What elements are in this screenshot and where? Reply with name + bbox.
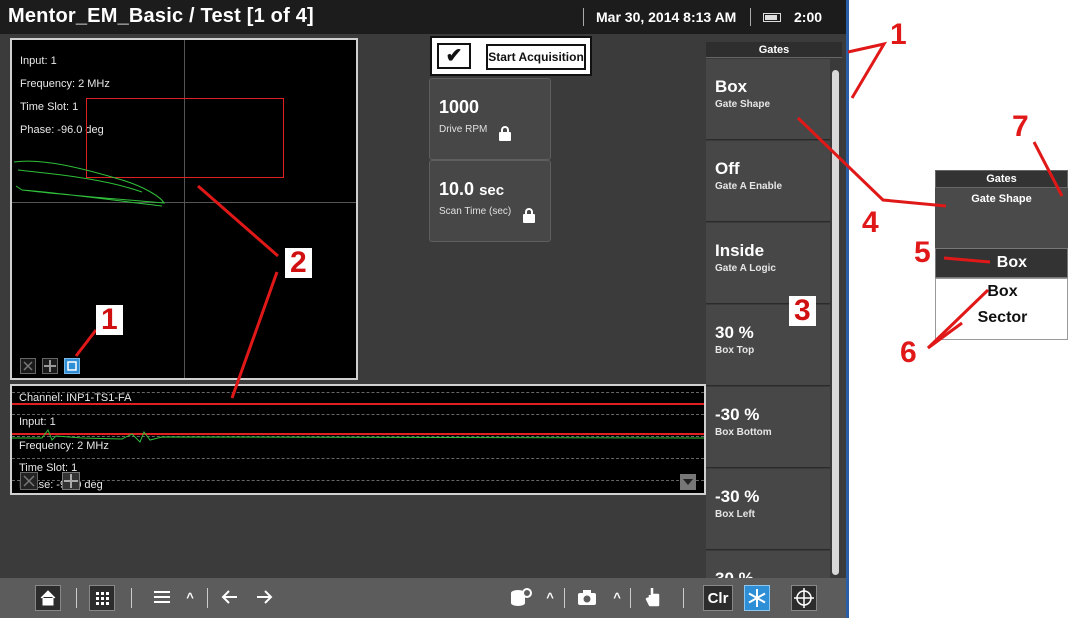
gate-shape-popup: Gates Gate Shape Box Box Sector: [935, 170, 1068, 340]
popup-header: Gates: [935, 170, 1068, 188]
scan-time-label: Scan Time (sec): [439, 206, 512, 217]
gate-item-label: Gate A Enable: [715, 181, 783, 192]
gates-panel: Gates Box Gate Shape Off Gate A Enable I…: [706, 42, 842, 578]
apps-grid-icon[interactable]: [89, 585, 115, 611]
app-title: Mentor_EM_Basic / Test [1 of 4]: [8, 5, 314, 27]
option-box[interactable]: Box: [936, 283, 1068, 301]
gate-item-box-bottom[interactable]: -30 % Box Bottom: [706, 387, 830, 468]
title-separator: [750, 8, 751, 26]
title-separator: [583, 8, 584, 26]
lock-icon: [499, 126, 511, 141]
impedance-signal-trace: [13, 160, 165, 207]
gates-panel-header: Gates: [706, 42, 842, 58]
toolbar-separator: [630, 588, 631, 608]
gate-item-label: Box Left: [715, 509, 755, 520]
crosshair-icon[interactable]: [791, 585, 817, 611]
toolbar-separator: [131, 588, 132, 608]
home-icon[interactable]: [35, 585, 61, 611]
callout-1-plot-icons: 1: [96, 305, 123, 335]
callout-3-gates-list: 3: [789, 296, 816, 326]
callout-2-gate-box: 2: [285, 248, 312, 278]
gate-item-value: 30 %: [715, 323, 754, 342]
gate-item-box-left[interactable]: -30 % Box Left: [706, 469, 830, 550]
callout-1-gates: 1: [890, 18, 907, 51]
toolbar-separator: [207, 588, 208, 608]
strip-grid-icon[interactable]: [62, 472, 80, 490]
gate-item-gate-a-enable[interactable]: Off Gate A Enable: [706, 141, 830, 222]
arrow-right-icon[interactable]: [251, 585, 277, 611]
checkmark-icon: ✔: [437, 43, 471, 69]
gates-scrollbar[interactable]: [832, 70, 839, 575]
popup-option-list: Box Sector: [935, 278, 1068, 340]
gate-item-value: Inside: [715, 241, 765, 260]
strip-close-icon[interactable]: [20, 472, 38, 490]
toolbar-separator: [564, 588, 565, 608]
grid-icon[interactable]: [42, 358, 58, 374]
caret-up-icon[interactable]: ^: [543, 585, 557, 611]
start-acquisition-label: Start Acquisition: [486, 44, 586, 70]
camera-icon[interactable]: [574, 585, 600, 611]
gate-item-value: Off: [715, 159, 740, 178]
gate-item-value: -30 %: [715, 487, 760, 506]
gate-item-label: Gate A Logic: [715, 263, 776, 274]
callout-4-gate-shape: 4: [862, 206, 879, 239]
param-scan-time[interactable]: 10.0 sec Scan Time (sec): [429, 160, 551, 242]
hand-pointer-icon[interactable]: [641, 585, 667, 611]
gate-item-gate-a-logic[interactable]: Inside Gate A Logic: [706, 223, 830, 304]
gate-item-gate-shape[interactable]: Box Gate Shape: [706, 59, 830, 140]
snowflake-icon[interactable]: [744, 585, 770, 611]
param-drive-rpm[interactable]: 1000 Drive RPM: [429, 78, 551, 160]
clear-button[interactable]: Clr: [703, 585, 733, 611]
settings-database-icon[interactable]: [508, 585, 534, 611]
bottom-toolbar: ^ ^ ^ Clr: [0, 578, 848, 618]
callout-7-popup: 7: [1012, 110, 1029, 143]
callout-5-current-value: 5: [914, 236, 931, 269]
gate-item-value: Box: [715, 77, 748, 96]
popup-current-value[interactable]: Box: [935, 248, 1068, 278]
callout-6-options: 6: [900, 336, 917, 369]
strip-channel-text: Channel: INP1-TS1-FA: [19, 392, 132, 404]
lock-icon: [523, 208, 535, 223]
battery-time: 2:00: [794, 9, 823, 25]
close-icon[interactable]: [20, 358, 36, 374]
scan-time-value: 10.0 sec: [439, 179, 505, 199]
screen-edge: [846, 0, 849, 618]
popup-title: Gate Shape: [971, 193, 1032, 205]
caret-up-icon[interactable]: ^: [183, 585, 197, 611]
gate-item-label: Gate Shape: [715, 99, 771, 110]
strip-chart[interactable]: Channel: INP1-TS1-FA Input: 1 Frequency:…: [10, 384, 706, 495]
box-gate-icon[interactable]: [64, 358, 80, 374]
drive-rpm-label: Drive RPM: [439, 124, 488, 135]
datetime-display: Mar 30, 2014 8:13 AM: [596, 9, 737, 25]
title-bar: Mentor_EM_Basic / Test [1 of 4] Mar 30, …: [0, 0, 848, 34]
toolbar-separator: [683, 588, 684, 608]
gate-item-value: 30 %: [715, 569, 754, 578]
strip-frequency-text: Frequency: 2 MHz: [19, 440, 109, 452]
menu-icon[interactable]: [149, 585, 175, 611]
gate-item-box-right[interactable]: 30 %: [706, 551, 830, 578]
gate-item-value: -30 %: [715, 405, 760, 424]
gate-item-label: Box Top: [715, 345, 755, 356]
instrument-screen: Mentor_EM_Basic / Test [1 of 4] Mar 30, …: [0, 0, 848, 618]
start-acquisition-button[interactable]: ✔ Start Acquisition: [430, 36, 592, 76]
toolbar-separator: [76, 588, 77, 608]
impedance-plane-plot[interactable]: Input: 1 Frequency: 2 MHz Time Slot: 1 P…: [10, 38, 358, 380]
strip-input-text: Input: 1: [19, 416, 56, 428]
battery-icon: [763, 13, 781, 22]
triangle-down-icon[interactable]: [680, 474, 696, 490]
option-sector[interactable]: Sector: [936, 309, 1068, 327]
gate-item-label: Box Bottom: [715, 427, 772, 438]
arrow-left-icon[interactable]: [217, 585, 243, 611]
caret-up-icon[interactable]: ^: [610, 585, 624, 611]
popup-body: Gate Shape: [935, 188, 1068, 248]
drive-rpm-value: 1000: [439, 97, 480, 117]
